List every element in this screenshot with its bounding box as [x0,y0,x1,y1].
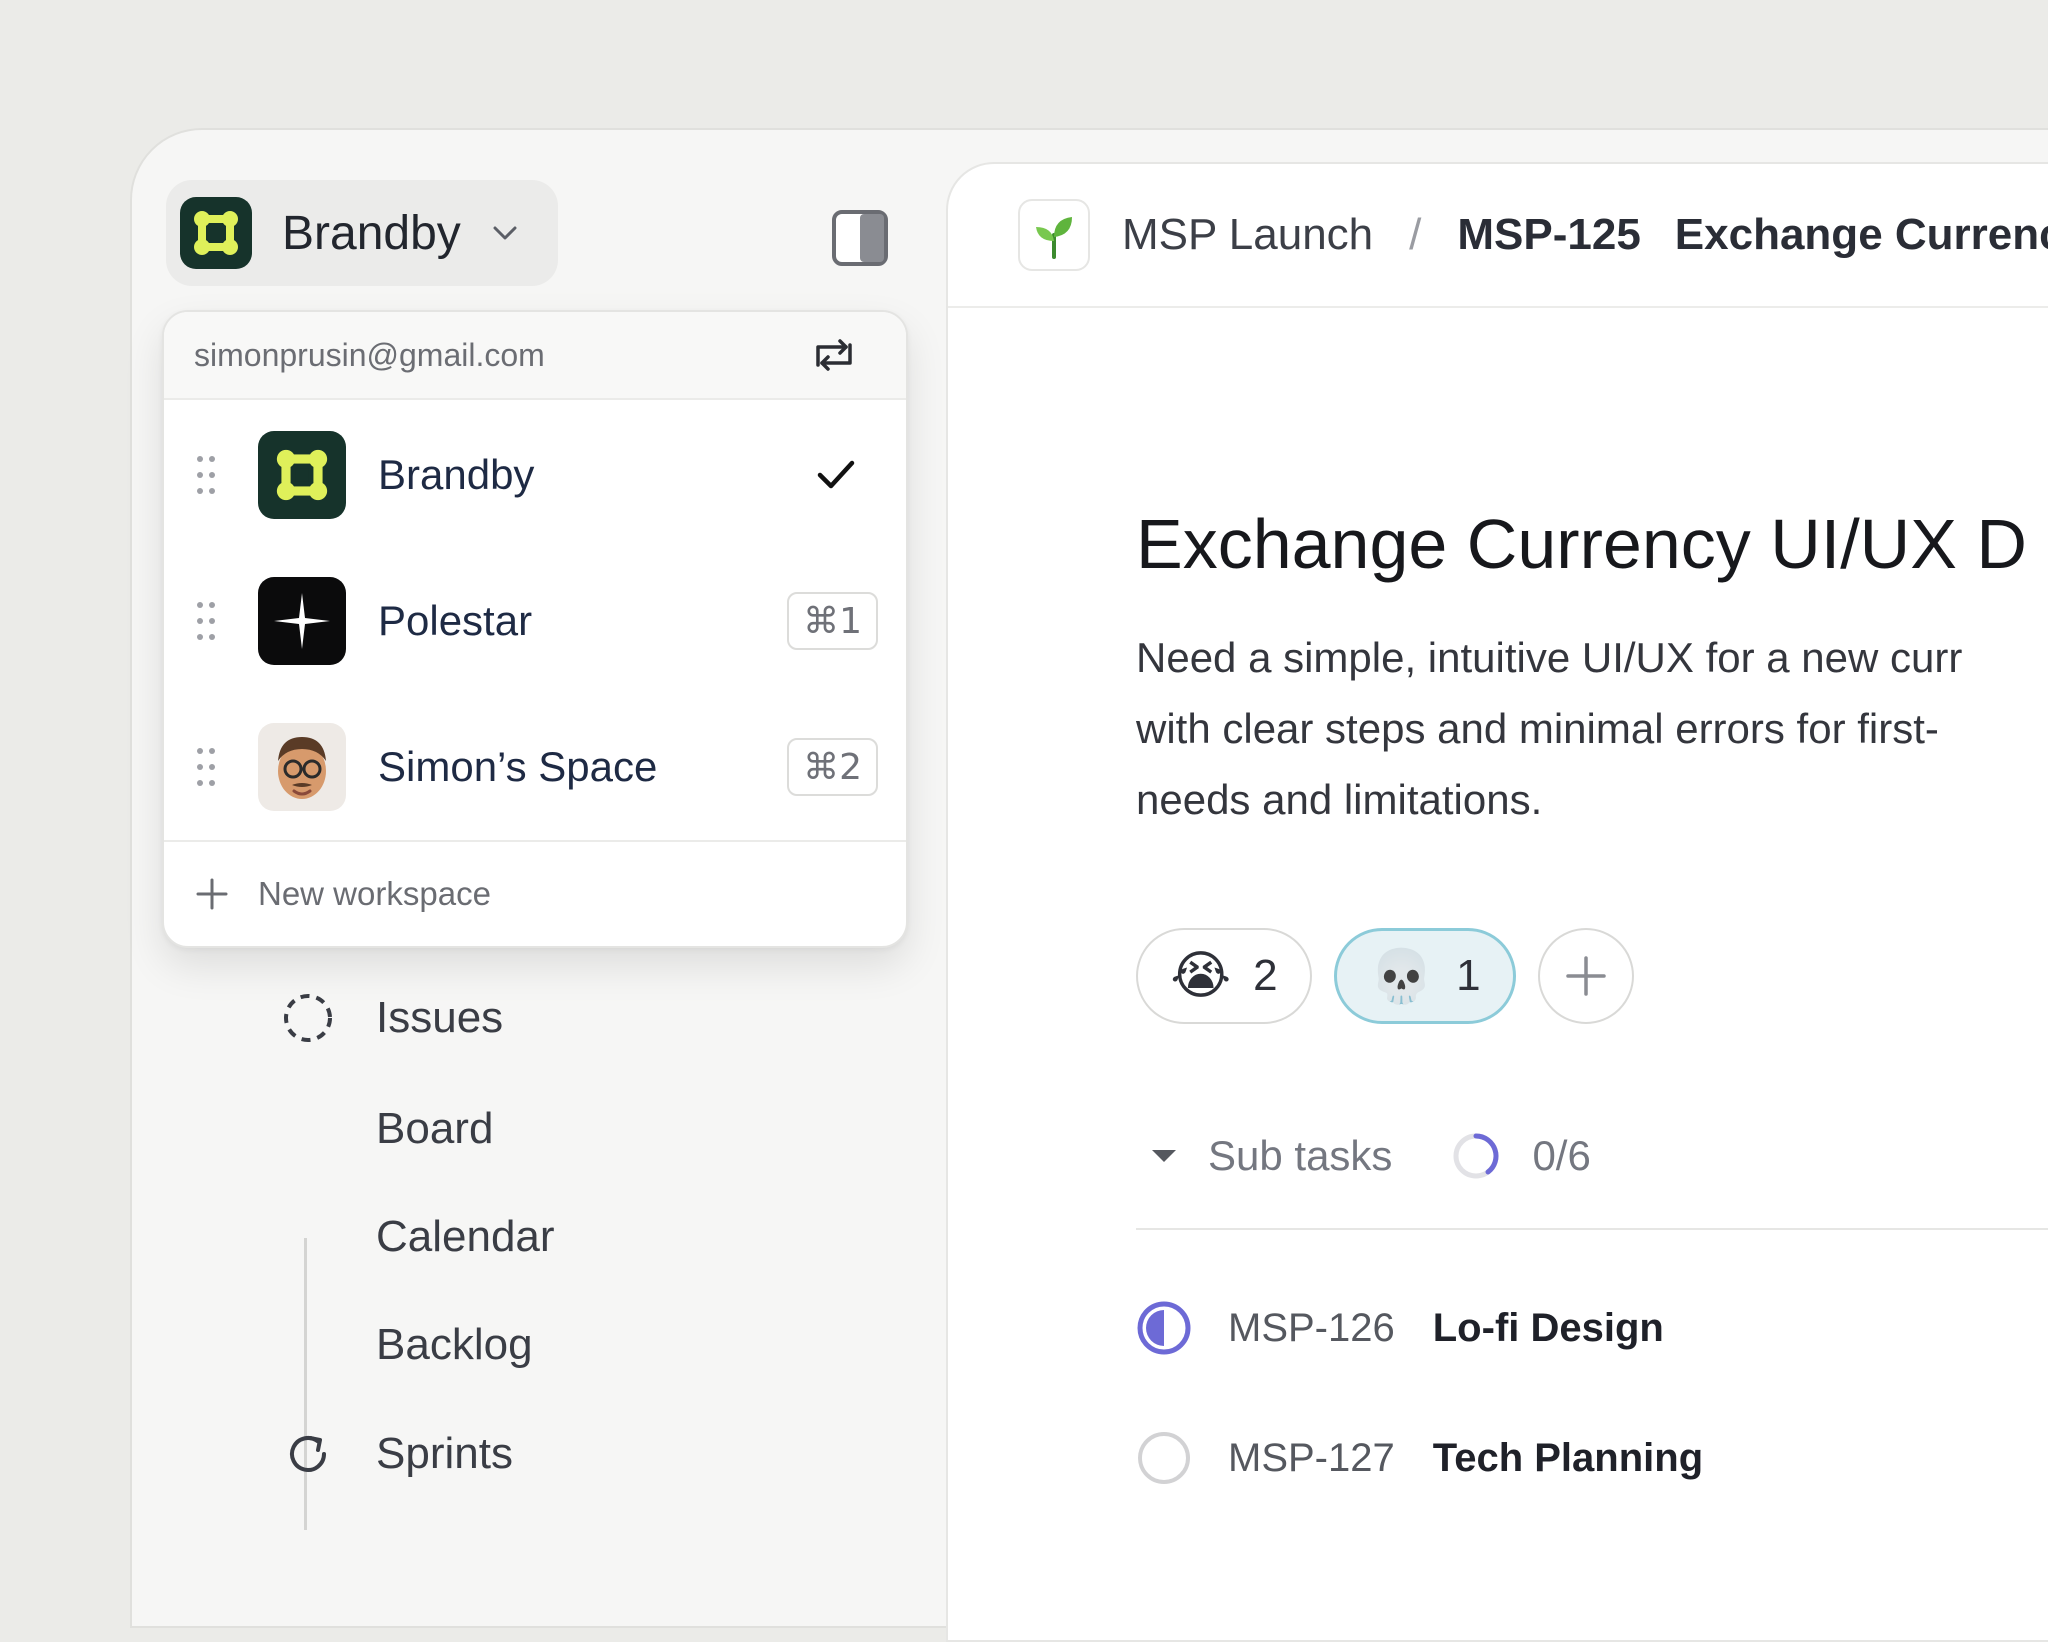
drag-handle-icon[interactable] [194,453,218,497]
issues-dashed-circle-icon [284,994,332,1042]
add-reaction-button[interactable] [1538,928,1634,1024]
workspace-option-label: Polestar [378,597,533,644]
subtask-id: MSP-126 [1228,1305,1395,1350]
issue-description[interactable]: Need a simple, intuitive UI/UX for a new… [1136,622,2048,835]
subtask-title: Tech Planning [1432,1435,1704,1480]
workspace-option-simons-space[interactable]: Simon’s Space ⌘2 [164,694,906,840]
issue-panel: MSP Launch / MSP-125 Exchange Currenc Ex… [946,162,2048,1642]
sprout-icon [1018,199,1090,271]
divider [1136,1228,2048,1230]
new-workspace-label: New workspace [258,875,491,912]
reaction-count: 2 [1253,951,1278,1000]
sidebar-item-issues[interactable]: Issues [280,990,503,1046]
breadcrumb-project-link[interactable]: MSP Launch [1122,210,1373,260]
drag-handle-icon[interactable] [194,599,218,643]
breadcrumb-issue-id[interactable]: MSP-125 [1457,210,1640,260]
drag-handle-icon[interactable] [194,745,218,789]
sidebar-item-label: Issues [376,993,504,1042]
reaction-count: 1 [1456,951,1481,1000]
account-email: simonprusin@gmail.com [194,336,545,373]
skull-icon: 💀 [1369,946,1435,1007]
workspace-option-label: Simon’s Space [378,743,658,790]
subtask-title: Lo-fi Design [1432,1305,1664,1350]
brandby-logo-icon [258,431,346,519]
shortcut-badge: ⌘1 [787,592,878,650]
avatar [258,723,346,811]
workspace-switcher[interactable]: Brandby [166,180,558,286]
plus-icon [196,878,228,910]
chevron-down-icon [493,226,517,240]
subtask-row[interactable]: MSP-127 Tech Planning [1136,1430,1703,1486]
switch-account-icon[interactable] [812,337,856,373]
crying-face-icon: 😭 [1170,946,1232,1006]
reaction-skull-button[interactable]: 💀 1 [1334,928,1516,1024]
breadcrumb-separator: / [1409,210,1422,259]
account-header: simonprusin@gmail.com [164,312,906,400]
sidebar-item-label: Board [376,1104,494,1153]
sidebar-item-label: Calendar [376,1212,555,1261]
workspace-option-label: Brandby [378,451,535,498]
workspace-name: Brandby [282,206,461,260]
caret-down-icon [1152,1150,1176,1162]
refresh-icon [290,1436,326,1472]
workspace-dropdown: simonprusin@gmail.com Brandby Polestar ⌘… [162,310,908,948]
plus-icon [1566,956,1606,996]
sidebar-item-label: Sprints [376,1429,513,1478]
sidebar-item-label: Backlog [376,1320,533,1369]
new-workspace-button[interactable]: New workspace [164,840,906,946]
subtasks-progress: 0/6 [1532,1132,1591,1179]
todo-status-icon[interactable] [1136,1430,1192,1486]
sidebar-item-backlog[interactable]: Backlog [376,1320,533,1370]
shortcut-badge: ⌘2 [787,738,878,796]
subtask-id: MSP-127 [1228,1435,1395,1480]
subtasks-label: Sub tasks [1208,1132,1393,1179]
breadcrumb: MSP Launch / MSP-125 Exchange Currenc [948,164,2048,308]
issue-title[interactable]: Exchange Currency UI/UX D [1136,504,2027,584]
subtasks-header[interactable]: Sub tasks 0/6 [1148,1130,1591,1182]
subtask-row[interactable]: MSP-126 Lo-fi Design [1136,1300,1664,1356]
checkmark-icon [817,460,855,489]
nav-tree-line [304,1238,307,1530]
workspace-option-brandby[interactable]: Brandby [164,402,906,548]
progress-ring-icon [1453,1133,1499,1179]
sidebar-toggle-icon[interactable] [830,208,890,268]
brandby-logo-icon [180,197,252,269]
sidebar-item-board[interactable]: Board [376,1104,493,1154]
reaction-crying-button[interactable]: 😭 2 [1136,928,1312,1024]
sidebar-item-sprints[interactable]: Sprints [280,1426,513,1482]
workspace-option-polestar[interactable]: Polestar ⌘1 [164,548,906,694]
in-progress-status-icon[interactable] [1136,1300,1192,1356]
breadcrumb-issue-title: Exchange Currenc [1674,210,2048,259]
polestar-logo-icon [258,577,346,665]
sidebar-item-calendar[interactable]: Calendar [376,1212,555,1262]
